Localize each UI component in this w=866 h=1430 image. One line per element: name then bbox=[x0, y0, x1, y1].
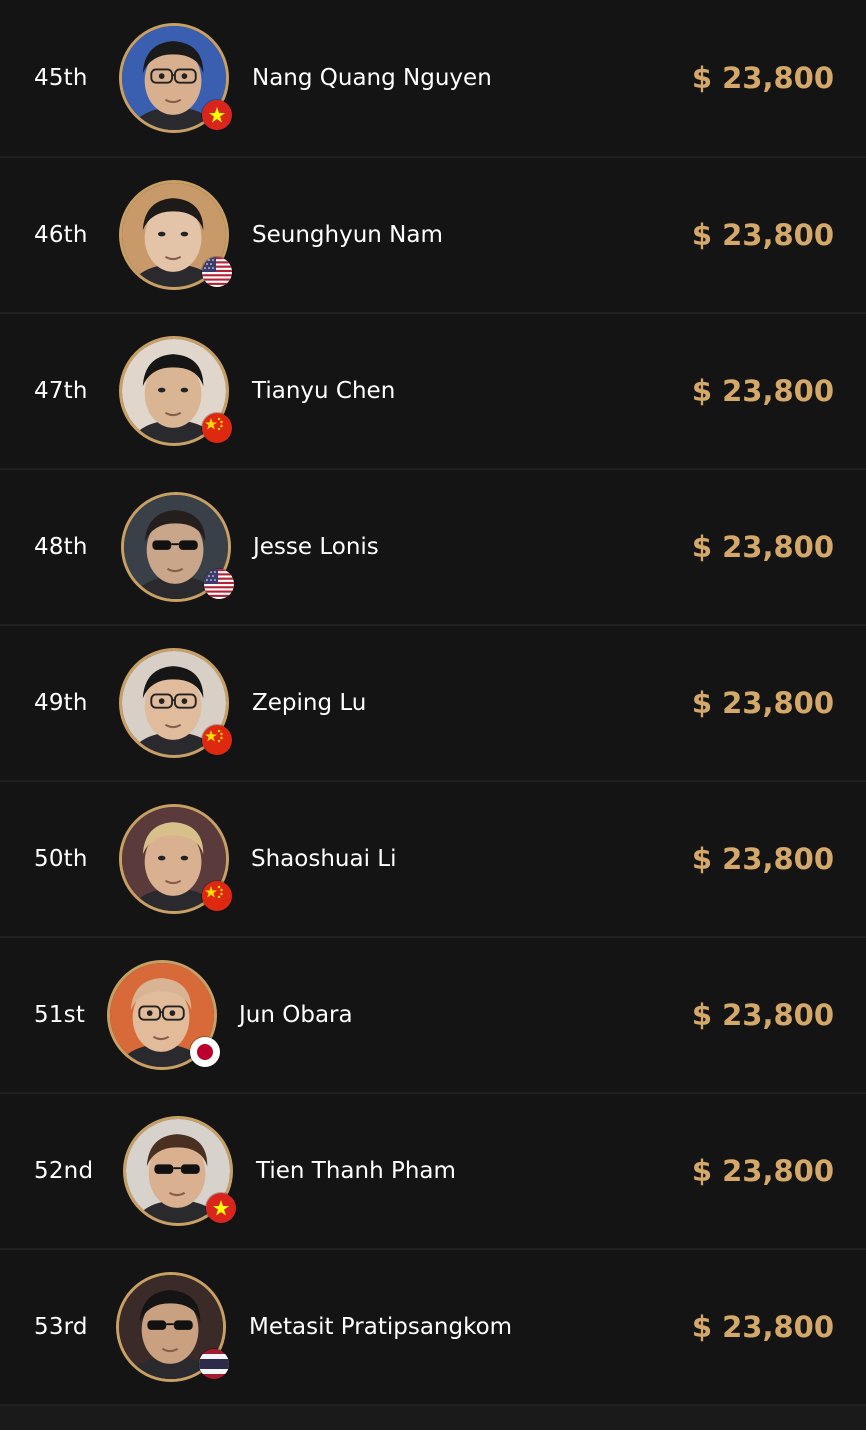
player-row[interactable]: 49th Zeping Lu $ 23,800 bbox=[0, 626, 866, 782]
vietnam-flag-icon bbox=[201, 99, 233, 131]
player-name[interactable]: Jesse Lonis bbox=[253, 534, 379, 560]
prize-amount: $ 23,800 bbox=[691, 61, 834, 95]
player-row[interactable]: 45th Nang Quang Nguyen $ 23,800 bbox=[0, 0, 866, 158]
prize-amount: $ 23,800 bbox=[691, 1154, 834, 1188]
player-avatar-wrap[interactable] bbox=[119, 180, 233, 290]
results-list: 45th Nang Quang Nguyen $ 23,800 46th Seung… bbox=[0, 0, 866, 1406]
prize-amount: $ 23,800 bbox=[691, 1310, 834, 1344]
prize-amount: $ 23,800 bbox=[691, 686, 834, 720]
player-avatar-wrap[interactable] bbox=[119, 804, 233, 914]
player-name[interactable]: Nang Quang Nguyen bbox=[252, 65, 492, 91]
prize-amount: $ 23,800 bbox=[691, 374, 834, 408]
player-rank: 49th bbox=[34, 690, 88, 716]
player-row[interactable]: 53rd Metasit Pratipsangkom $ 23,800 bbox=[0, 1250, 866, 1406]
player-avatar-wrap[interactable] bbox=[119, 648, 233, 758]
usa-flag-icon bbox=[203, 568, 235, 600]
player-row[interactable]: 50th Shaoshuai Li $ 23,800 bbox=[0, 782, 866, 938]
china-flag-icon bbox=[201, 880, 233, 912]
player-row[interactable]: 46th Seunghyun Nam $ 23,800 bbox=[0, 158, 866, 314]
player-rank: 51st bbox=[34, 1002, 86, 1028]
player-rank: 47th bbox=[34, 378, 88, 404]
prize-amount: $ 23,800 bbox=[691, 998, 834, 1032]
prize-amount: $ 23,800 bbox=[691, 218, 834, 252]
player-avatar-wrap[interactable] bbox=[119, 336, 233, 446]
player-name[interactable]: Jun Obara bbox=[239, 1002, 353, 1028]
player-name[interactable]: Tien Thanh Pham bbox=[256, 1158, 456, 1184]
china-flag-icon bbox=[201, 412, 233, 444]
player-rank: 46th bbox=[34, 222, 88, 248]
prize-amount: $ 23,800 bbox=[691, 842, 834, 876]
player-avatar-wrap[interactable] bbox=[107, 960, 221, 1070]
player-name[interactable]: Metasit Pratipsangkom bbox=[249, 1314, 512, 1340]
player-avatar-wrap[interactable] bbox=[116, 1272, 230, 1382]
player-row[interactable]: 52nd Tien Thanh Pham $ 23,800 bbox=[0, 1094, 866, 1250]
player-name[interactable]: Seunghyun Nam bbox=[252, 222, 443, 248]
player-rank: 52nd bbox=[34, 1158, 94, 1184]
player-avatar-wrap[interactable] bbox=[121, 492, 235, 602]
player-name[interactable]: Zeping Lu bbox=[252, 690, 366, 716]
player-row[interactable]: 47th Tianyu Chen $ 23,800 bbox=[0, 314, 866, 470]
player-rank: 53rd bbox=[34, 1314, 88, 1340]
player-row[interactable]: 48th Jesse Lonis $ 23,800 bbox=[0, 470, 866, 626]
japan-flag-icon bbox=[189, 1036, 221, 1068]
player-rank: 48th bbox=[34, 534, 88, 560]
thailand-flag-icon bbox=[198, 1348, 230, 1380]
prize-amount: $ 23,800 bbox=[691, 530, 834, 564]
player-name[interactable]: Tianyu Chen bbox=[252, 378, 395, 404]
vietnam-flag-icon bbox=[205, 1192, 237, 1224]
player-rank: 50th bbox=[34, 846, 88, 872]
player-avatar-wrap[interactable] bbox=[123, 1116, 237, 1226]
player-name[interactable]: Shaoshuai Li bbox=[251, 846, 396, 872]
player-rank: 45th bbox=[34, 65, 88, 91]
usa-flag-icon bbox=[201, 256, 233, 288]
china-flag-icon bbox=[201, 724, 233, 756]
player-avatar-wrap[interactable] bbox=[119, 23, 233, 133]
player-row[interactable]: 51st Jun Obara $ 23,800 bbox=[0, 938, 866, 1094]
